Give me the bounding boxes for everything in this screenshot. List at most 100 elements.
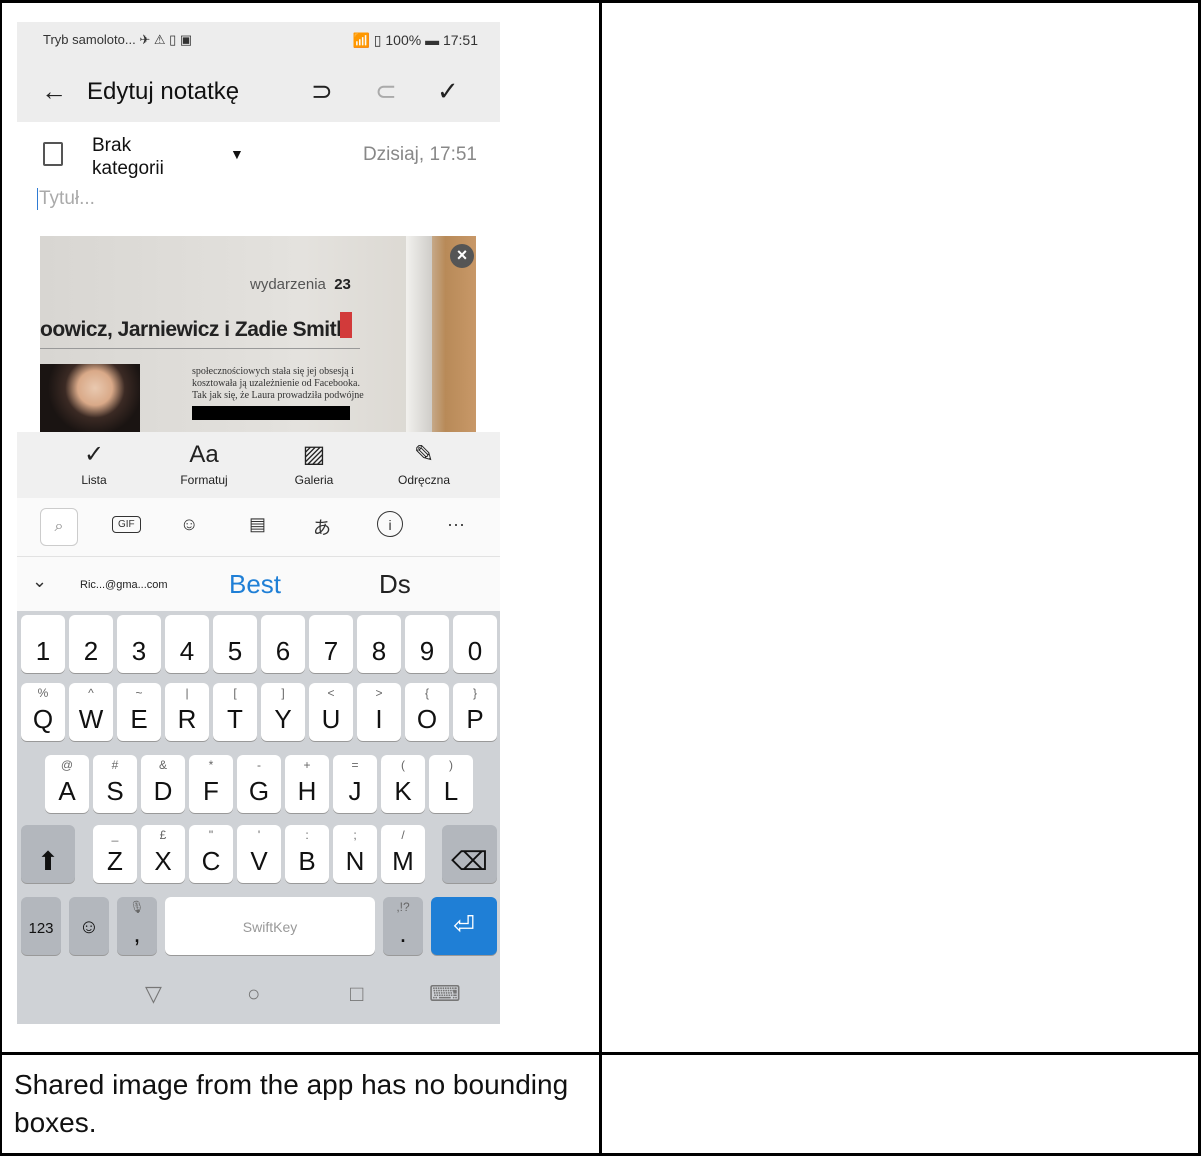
key-o[interactable]: {O [405,683,449,741]
key-label: E [130,704,148,734]
key-b[interactable]: :B [285,825,329,883]
space-key[interactable]: SwiftKey [165,897,375,955]
key-v[interactable]: ' V [237,825,281,883]
key-7[interactable]: 7 [309,615,353,673]
suggestion-ds[interactable]: Ds [379,569,411,600]
key-t[interactable]: [T [213,683,257,741]
key-j[interactable]: = J [333,755,377,813]
key-label: K [394,776,412,806]
tool-galeria[interactable]: ▨ Galeria [259,432,369,487]
nav-back-icon[interactable]: ▽ [145,981,162,1007]
suggestion-best[interactable]: Best [229,569,281,600]
key-y[interactable]: ] Y [261,683,305,741]
key-x[interactable]: £ X [141,825,185,883]
key-alt: @ [60,758,74,772]
nav-keyboard-icon[interactable]: ⌨ [429,981,461,1007]
key-p[interactable]: } P [453,683,497,741]
app-bar: ← Edytuj notatkę ⊃ ⊂ ✓ [17,58,500,122]
more-icon[interactable]: ··· [447,514,465,535]
nav-recent-icon[interactable]: □ [350,981,363,1007]
comma-key[interactable]: 🎙, [117,897,157,955]
key-label: 6 [275,636,291,666]
backspace-key[interactable]: ⌫ [442,825,497,883]
key-z[interactable]: _ Z [93,825,137,883]
redo-icon[interactable]: ⊂ [375,76,397,107]
key-g[interactable]: -G [237,755,281,813]
title-input[interactable]: Tytuł... [37,188,95,210]
suggestion-email[interactable]: Ric...@gma...com [80,579,168,591]
tool-formatuj[interactable]: Aa Formatuj [149,432,259,487]
info-icon[interactable]: i [377,511,403,537]
table-border-top [0,0,1201,3]
attached-photo[interactable]: wydarzenia 23 oowicz, Jarniewicz i Zadie… [40,236,476,432]
key-n[interactable]: ; N [333,825,377,883]
tool-odreczna[interactable]: ✎ Odręczna [369,432,479,487]
key-u[interactable]: < U [309,683,353,741]
key-label: O [416,704,438,734]
paper-edge [406,236,432,432]
photo-body-text: społecznościowych stała się jej obsesją … [192,366,364,401]
key-label: G [248,776,270,806]
period-key[interactable]: ,!?. [383,897,423,955]
key-label: V [250,846,268,876]
translate-icon[interactable]: あ [313,514,331,540]
photo-section-header: wydarzenia 23 [250,276,351,293]
undo-icon[interactable]: ⊃ [311,76,333,107]
clipboard-icon[interactable]: ▤ [249,514,266,535]
keyboard-toolbar: ⌕ GIF ☺ ▤ あ i ··· [17,498,500,557]
key-r[interactable]: | R [165,683,209,741]
notebook-icon [43,142,63,166]
backspace-icon: ⌫ [451,846,488,876]
key-alt: _ [111,828,119,842]
key-label: 3 [131,636,147,666]
key-f[interactable]: * F [189,755,233,813]
redaction-bar [192,406,350,420]
search-icon[interactable]: ⌕ [40,508,78,546]
key-label: J [348,776,362,806]
sticker-icon[interactable]: ☺ [180,514,198,535]
collapse-icon[interactable]: ⌄ [32,571,47,592]
dropdown-arrow-icon[interactable]: ▼ [230,146,244,162]
emoji-key[interactable]: ☺ [69,897,109,955]
key-9[interactable]: 9 [405,615,449,673]
key-alt: | [185,686,189,700]
key-q[interactable]: % Q [21,683,65,741]
key-e[interactable]: ~ E [117,683,161,741]
key-5[interactable]: 5 [213,615,257,673]
key-s[interactable]: # S [93,755,137,813]
key-3[interactable]: 3 [117,615,161,673]
key-label: F [203,776,219,806]
close-icon[interactable]: × [450,244,474,268]
checklist-icon: ✓ [83,441,105,468]
key-4[interactable]: 4 [165,615,209,673]
key-alt: £ [159,828,167,842]
enter-key[interactable]: ⏎ [431,897,497,955]
category-dropdown[interactable]: Brak kategorii [92,134,202,180]
key-k[interactable]: (K [381,755,425,813]
tool-label: Galeria [294,473,334,487]
back-arrow-icon[interactable]: ← [41,76,67,107]
key-alt: > [375,686,383,700]
table-border-left [0,0,2,1156]
key-a[interactable]: @ A [45,755,89,813]
numbers-key[interactable]: 123 [21,897,61,955]
key-m[interactable]: / M [381,825,425,883]
key-c[interactable]: " C [189,825,233,883]
key-i[interactable]: > I [357,683,401,741]
key-0[interactable]: 0 [453,615,497,673]
key-label: 7 [323,636,339,666]
tool-lista[interactable]: ✓ Lista [39,432,149,487]
key-w[interactable]: ^ W [69,683,113,741]
shift-key[interactable]: ⬆ [21,825,75,883]
key-h[interactable]: + H [285,755,329,813]
key-l[interactable]: ) L [429,755,473,813]
photo-page-number: 23 [334,276,351,293]
save-check-icon[interactable]: ✓ [437,76,459,107]
key-d[interactable]: & D [141,755,185,813]
key-2[interactable]: 2 [69,615,113,673]
nav-home-icon[interactable]: ○ [247,981,260,1007]
key-1[interactable]: 1 [21,615,65,673]
gif-icon[interactable]: GIF [112,516,141,533]
key-6[interactable]: 6 [261,615,305,673]
key-8[interactable]: 8 [357,615,401,673]
